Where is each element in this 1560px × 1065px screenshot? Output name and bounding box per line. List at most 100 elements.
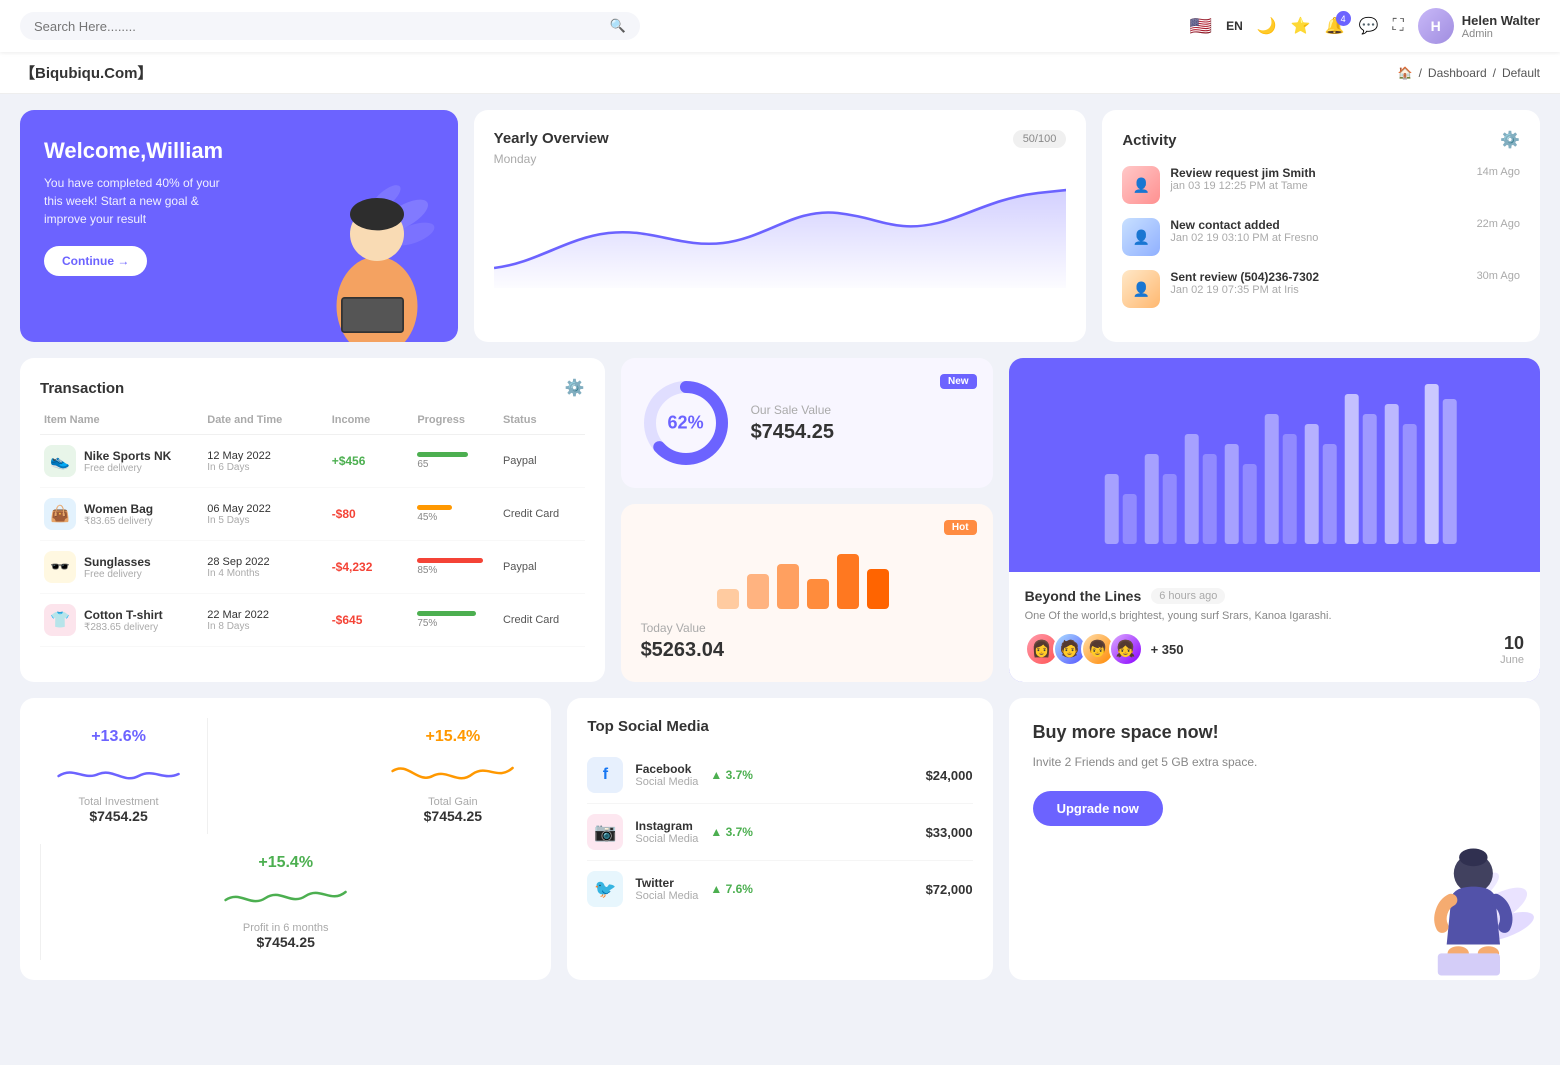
- item-cell-3: 🕶️ Sunglasses Free delivery: [44, 551, 199, 583]
- item-status-3: Paypal: [503, 561, 581, 573]
- item-name-2: Women Bag: [84, 502, 153, 516]
- item-income-2: -$80: [332, 507, 410, 521]
- brand-logo: 【Biqubiqu.Com】: [20, 62, 152, 83]
- search-input[interactable]: [34, 19, 602, 34]
- facebook-info: Facebook Social Media: [635, 762, 698, 788]
- col-item-name: Item Name: [44, 414, 199, 426]
- social-media-card: Top Social Media f Facebook Social Media…: [567, 698, 992, 980]
- item-sub-2: ₹83.65 delivery: [84, 516, 153, 527]
- col-status: Status: [503, 414, 581, 426]
- twitter-name: Twitter: [635, 876, 698, 890]
- sale-hot-label: Today Value: [641, 621, 973, 635]
- activity-settings-icon[interactable]: ⚙️: [1500, 130, 1520, 150]
- beyond-plus-count: + 350: [1151, 642, 1184, 657]
- donut-percent: 62%: [668, 413, 704, 434]
- user-profile[interactable]: H Helen Walter Admin: [1418, 8, 1540, 44]
- activity-sub-3: Jan 02 19 07:35 PM at Iris: [1170, 284, 1466, 296]
- expand-icon[interactable]: ⛶: [1393, 17, 1404, 35]
- col-income: Income: [332, 414, 410, 426]
- item-status-4: Credit Card: [503, 614, 581, 626]
- home-icon[interactable]: 🏠: [1398, 66, 1413, 80]
- table-row: 🕶️ Sunglasses Free delivery 28 Sep 2022 …: [40, 541, 585, 594]
- item-income-3: -$4,232: [332, 560, 410, 574]
- beyond-date-month: June: [1500, 654, 1524, 666]
- item-progress-3: 85%: [417, 558, 495, 576]
- star-icon[interactable]: ⭐: [1291, 16, 1311, 36]
- breadcrumb-bar: 【Biqubiqu.Com】 🏠 / Dashboard / Default: [0, 52, 1560, 94]
- beyond-header: Beyond the Lines 6 hours ago: [1025, 588, 1524, 604]
- transaction-settings-icon[interactable]: ⚙️: [565, 378, 585, 398]
- item-date-1: 12 May 2022 In 6 Days: [207, 450, 323, 473]
- yearly-badge: 50/100: [1013, 130, 1067, 148]
- breadcrumb-current: Default: [1502, 66, 1540, 80]
- divider-2: [40, 844, 41, 960]
- activity-title-1: Review request jim Smith: [1170, 166, 1466, 180]
- instagram-amount: $33,000: [926, 825, 973, 840]
- activity-content-3: Sent review (504)236-7302 Jan 02 19 07:3…: [1170, 270, 1466, 296]
- col-progress: Progress: [417, 414, 495, 426]
- bar-chart-section: Beyond the Lines 6 hours ago One Of the …: [1009, 358, 1540, 682]
- hot-badge: Hot: [944, 520, 977, 535]
- item-date-3: 28 Sep 2022 In 4 Months: [207, 556, 323, 579]
- stat-1-percent: +13.6%: [91, 728, 146, 746]
- chat-icon[interactable]: 💬: [1359, 16, 1379, 36]
- beyond-section: Beyond the Lines 6 hours ago One Of the …: [1009, 572, 1540, 682]
- instagram-name: Instagram: [635, 819, 698, 833]
- table-row: 👕 Cotton T-shirt ₹283.65 delivery 22 Mar…: [40, 594, 585, 647]
- bell-badge: 4: [1336, 11, 1351, 26]
- bar-chart-container: [1009, 358, 1540, 572]
- continue-button[interactable]: Continue →: [44, 246, 147, 276]
- bell-icon[interactable]: 🔔4: [1325, 16, 1345, 36]
- stat-2-label: Total Gain: [428, 796, 478, 808]
- breadcrumb-dashboard[interactable]: Dashboard: [1428, 66, 1487, 80]
- main-content: Welcome,William You have completed 40% o…: [0, 94, 1560, 996]
- social-row-twitter: 🐦 Twitter Social Media ▲ 7.6% $72,000: [587, 861, 972, 917]
- row-3: +13.6% Total Investment $7454.25 +15.4% …: [20, 698, 1540, 980]
- upgrade-desc: Invite 2 Friends and get 5 GB extra spac…: [1033, 753, 1516, 771]
- beyond-date: 10 June: [1500, 633, 1524, 666]
- instagram-growth: ▲ 3.7%: [710, 825, 753, 839]
- yearly-subtitle: Monday: [494, 152, 1067, 166]
- social-row-facebook: f Facebook Social Media ▲ 3.7% $24,000: [587, 747, 972, 804]
- item-icon-3: 🕶️: [44, 551, 76, 583]
- breadcrumb: 🏠 / Dashboard / Default: [1398, 66, 1540, 80]
- instagram-type: Social Media: [635, 833, 698, 845]
- item-name-1: Nike Sports NK: [84, 449, 171, 463]
- beyond-avatars: 👩 🧑 👦 👧 + 350: [1025, 632, 1184, 666]
- avatar: H: [1418, 8, 1454, 44]
- facebook-type: Social Media: [635, 776, 698, 788]
- transaction-card: Transaction ⚙️ Item Name Date and Time I…: [20, 358, 605, 682]
- twitter-type: Social Media: [635, 890, 698, 902]
- activity-time-3: 30m Ago: [1477, 270, 1520, 282]
- facebook-name: Facebook: [635, 762, 698, 776]
- instagram-info: Instagram Social Media: [635, 819, 698, 845]
- search-bar[interactable]: 🔍: [20, 12, 640, 40]
- item-date-2: 06 May 2022 In 5 Days: [207, 503, 323, 526]
- new-badge: New: [940, 374, 977, 389]
- user-text: Helen Walter Admin: [1462, 13, 1540, 40]
- language-label[interactable]: EN: [1226, 19, 1243, 33]
- item-sub-1: Free delivery: [84, 463, 171, 474]
- col-date-time: Date and Time: [207, 414, 323, 426]
- beyond-time: 6 hours ago: [1151, 588, 1225, 604]
- row-2: Transaction ⚙️ Item Name Date and Time I…: [20, 358, 1540, 682]
- sale-hot-card: Hot Today Value $5263.04: [621, 504, 993, 682]
- mini-stat-3: +15.4% Profit in 6 months $7454.25: [207, 844, 364, 960]
- item-status-2: Credit Card: [503, 508, 581, 520]
- beyond-desc: One Of the world,s brightest, young surf…: [1025, 610, 1524, 622]
- transaction-title: Transaction: [40, 380, 124, 397]
- item-info-3: Sunglasses Free delivery: [84, 555, 151, 580]
- activity-item-3: 👤 Sent review (504)236-7302 Jan 02 19 07…: [1122, 270, 1520, 308]
- activity-avatar-3: 👤: [1122, 270, 1160, 308]
- activity-header: Activity ⚙️: [1122, 130, 1520, 150]
- upgrade-button[interactable]: Upgrade now: [1033, 791, 1163, 826]
- item-progress-4: 75%: [417, 611, 495, 629]
- beyond-date-number: 10: [1504, 633, 1524, 654]
- search-icon: 🔍: [610, 18, 626, 34]
- dark-mode-icon[interactable]: 🌙: [1257, 16, 1277, 36]
- item-status-1: Paypal: [503, 455, 581, 467]
- twitter-growth: ▲ 7.6%: [710, 882, 753, 896]
- user-name: Helen Walter: [1462, 13, 1540, 28]
- table-row: 👟 Nike Sports NK Free delivery 12 May 20…: [40, 435, 585, 488]
- sale-new-inner: 62% Our Sale Value $7454.25: [641, 378, 973, 468]
